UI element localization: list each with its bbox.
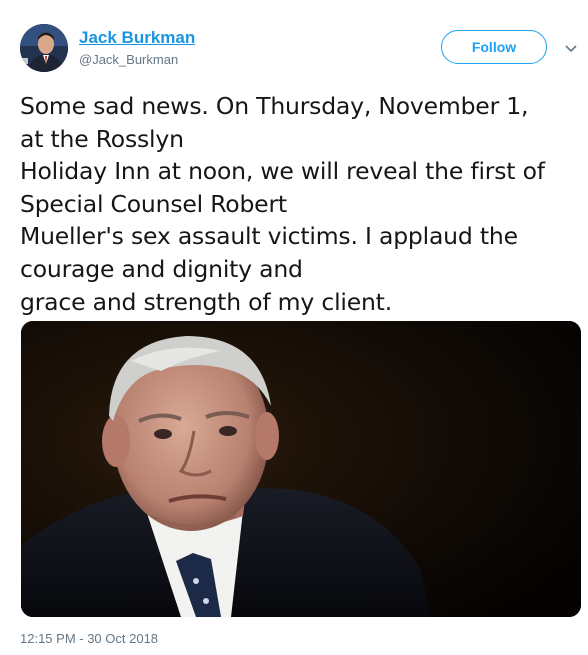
tweet-text-line: Holiday Inn at noon, we will reveal the … [20, 157, 545, 186]
tweet-timestamp[interactable]: 12:15 PM - 30 Oct 2018 [20, 631, 158, 646]
tweet-text-line: Mueller's sex assault victims. I applaud… [20, 222, 518, 251]
author-avatar[interactable] [20, 24, 68, 72]
tweet-text-line: grace and strength of my client. [20, 287, 392, 316]
author-handle: @Jack_Burkman [79, 52, 179, 67]
tweet-text: Some sad news. On Thursday, November 1, … [20, 90, 580, 318]
tweet-text-line: Special Counsel Robert [20, 189, 287, 218]
tweet-text-line: at the Rosslyn [20, 124, 184, 153]
author-display-name[interactable]: Jack Burkman [79, 28, 195, 48]
follow-button[interactable]: Follow [441, 30, 547, 64]
chevron-down-icon[interactable] [563, 40, 579, 56]
tweet-text-line: courage and dignity and [20, 254, 303, 283]
tweet-text-line: Some sad news. On Thursday, November 1, [20, 92, 529, 120]
tweet-photo[interactable] [21, 321, 581, 617]
tweet-card: Jack Burkman @Jack_Burkman Follow Some s… [0, 0, 588, 655]
